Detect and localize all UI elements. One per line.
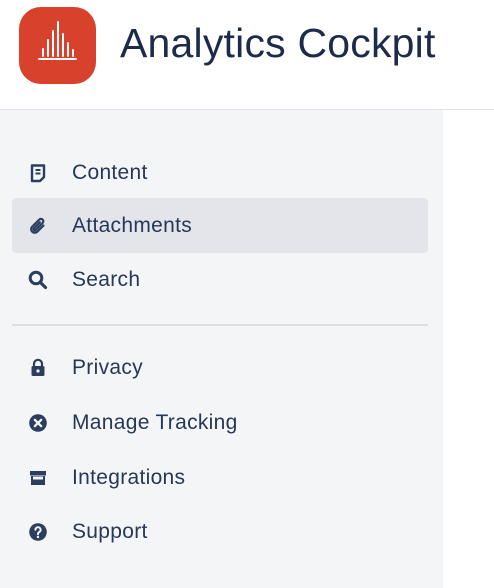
lock-icon (27, 357, 49, 379)
sidebar-item-integrations[interactable]: Integrations (12, 450, 428, 505)
paperclip-icon (27, 215, 49, 237)
sidebar-divider (12, 324, 428, 326)
sidebar-item-label: Privacy (72, 356, 143, 379)
sidebar-item-support[interactable]: Support (12, 504, 428, 559)
sidebar-item-label: Integrations (72, 466, 186, 489)
sidebar-nav: Content Attachments Search Privacy Manag… (0, 110, 443, 588)
store-icon (27, 467, 49, 489)
sidebar-item-label: Attachments (72, 214, 193, 237)
sidebar-item-label: Content (72, 161, 148, 184)
help-icon (27, 521, 49, 543)
sidebar-item-manage-tracking[interactable]: Manage Tracking (12, 395, 428, 450)
sidebar-item-privacy[interactable]: Privacy (12, 340, 428, 395)
sidebar-item-content[interactable]: Content (12, 145, 428, 200)
sidebar-item-label: Manage Tracking (72, 411, 238, 434)
sidebar-item-label: Support (72, 520, 148, 543)
search-icon (27, 269, 49, 291)
app-header: Analytics Cockpit (0, 0, 494, 110)
sidebar-item-search[interactable]: Search (12, 252, 428, 307)
sidebar-item-attachments[interactable]: Attachments (12, 198, 428, 253)
document-icon (27, 162, 49, 184)
bar-chart-logo-icon[interactable] (19, 7, 96, 84)
sidebar-item-label: Search (72, 268, 141, 291)
app-title: Analytics Cockpit (120, 20, 436, 66)
close-circle-icon (27, 412, 49, 434)
